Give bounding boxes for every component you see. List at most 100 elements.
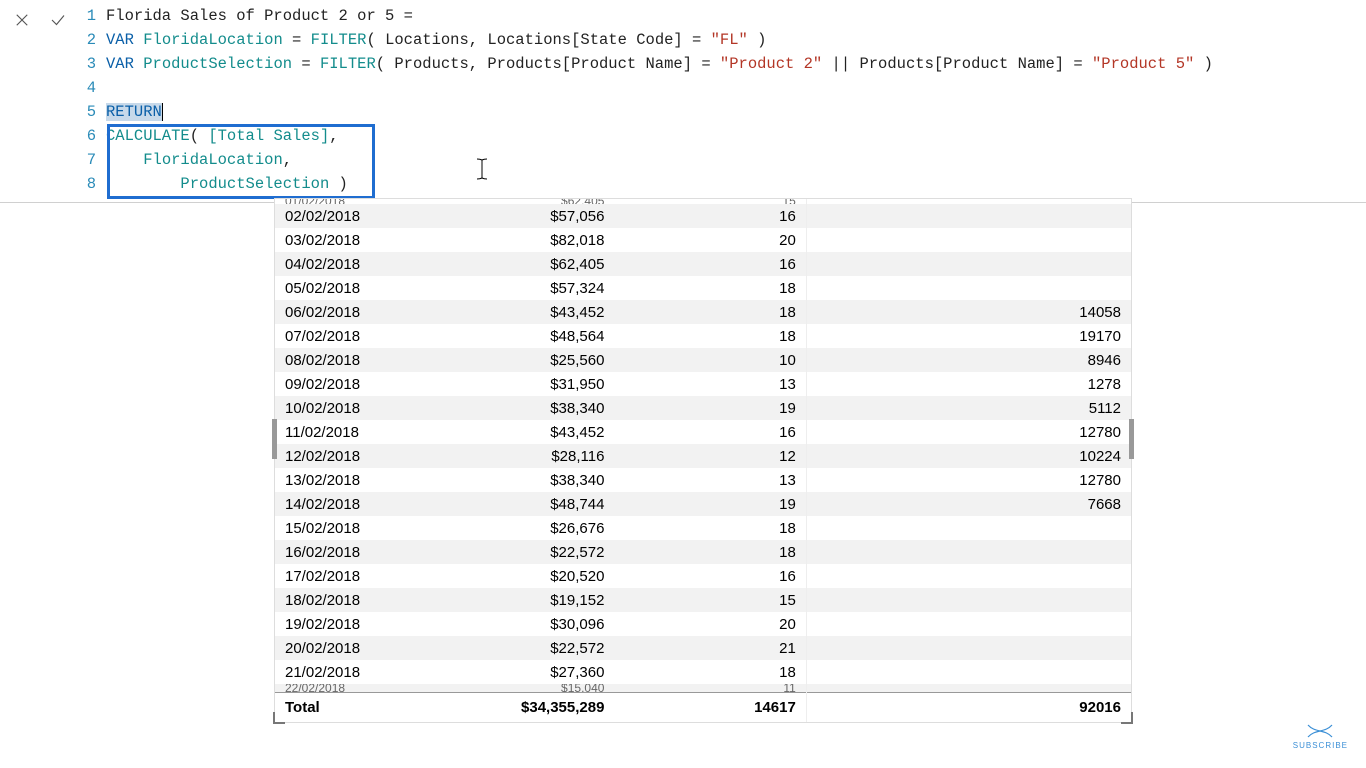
cell-col4 (806, 540, 1131, 564)
close-icon (13, 11, 31, 29)
table-row[interactable]: 06/02/2018$43,4521814058 (275, 300, 1131, 324)
table-row[interactable]: 02/02/2018$57,05616 (275, 204, 1131, 228)
code-line-2[interactable]: VAR FloridaLocation = FILTER( Locations,… (106, 28, 1213, 52)
table-row[interactable]: 22/02/2018$15,04011 (275, 684, 1131, 693)
cell-amount: $48,564 (437, 324, 614, 348)
code-line-3[interactable]: VAR ProductSelection = FILTER( Products,… (106, 52, 1213, 76)
cell-date: 21/02/2018 (275, 660, 437, 684)
table-row[interactable]: 07/02/2018$48,5641819170 (275, 324, 1131, 348)
cell-col3: 18 (614, 516, 806, 540)
formula-actions (0, 0, 80, 40)
cell-date: 07/02/2018 (275, 324, 437, 348)
table-row[interactable]: 17/02/2018$20,52016 (275, 564, 1131, 588)
commit-button[interactable] (44, 6, 72, 34)
code-line-8[interactable]: ProductSelection ) (106, 172, 1213, 196)
table-row[interactable]: 13/02/2018$38,3401312780 (275, 468, 1131, 492)
cell-col4: 8946 (806, 348, 1131, 372)
table-row[interactable]: 03/02/2018$82,01820 (275, 228, 1131, 252)
table-row[interactable]: 19/02/2018$30,09620 (275, 612, 1131, 636)
cell-amount: $26,676 (437, 516, 614, 540)
cell-col3: 16 (614, 204, 806, 228)
table-row[interactable]: 16/02/2018$22,57218 (275, 540, 1131, 564)
cell-col4: 19170 (806, 324, 1131, 348)
data-table[interactable]: 01/02/2018$62,4051502/02/2018$57,0561603… (275, 199, 1131, 722)
data-table-visual[interactable]: 01/02/2018$62,4051502/02/2018$57,0561603… (274, 198, 1132, 723)
cell-col3: 18 (614, 540, 806, 564)
table-row[interactable]: 04/02/2018$62,40516 (275, 252, 1131, 276)
cell-amount: $38,340 (437, 396, 614, 420)
cell-col3: 19 (614, 396, 806, 420)
cell-col4 (806, 660, 1131, 684)
cell-col3: 16 (614, 564, 806, 588)
cell-amount: $82,018 (437, 228, 614, 252)
cell-col3: 18 (614, 276, 806, 300)
cell-date: 03/02/2018 (275, 228, 437, 252)
table-row[interactable]: 05/02/2018$57,32418 (275, 276, 1131, 300)
cell-date: 18/02/2018 (275, 588, 437, 612)
table-row[interactable]: 09/02/2018$31,950131278 (275, 372, 1131, 396)
cell-amount: $25,560 (437, 348, 614, 372)
cell-amount: $22,572 (437, 540, 614, 564)
cell-amount: $27,360 (437, 660, 614, 684)
check-icon (49, 11, 67, 29)
code-line-7[interactable]: FloridaLocation, (106, 148, 1213, 172)
cell-date: 05/02/2018 (275, 276, 437, 300)
cell-col4 (806, 204, 1131, 228)
cell-col3: 19 (614, 492, 806, 516)
table-row[interactable]: 12/02/2018$28,1161210224 (275, 444, 1131, 468)
cell-date: 19/02/2018 (275, 612, 437, 636)
cell-col4 (806, 252, 1131, 276)
cell-col3: 16 (614, 420, 806, 444)
cell-col3: 13 (614, 372, 806, 396)
code-line-4[interactable] (106, 76, 1213, 100)
cell-amount: $57,056 (437, 204, 614, 228)
cell-col4: 10224 (806, 444, 1131, 468)
cell-amount: $31,950 (437, 372, 614, 396)
cell-date: 11/02/2018 (275, 420, 437, 444)
resize-corner-bl[interactable] (273, 712, 285, 724)
cell-col4: 1278 (806, 372, 1131, 396)
cell-date: 02/02/2018 (275, 204, 437, 228)
cell-amount: $22,572 (437, 636, 614, 660)
cell-col4 (806, 276, 1131, 300)
cell-col4 (806, 636, 1131, 660)
dax-editor[interactable]: 1 2 3 4 5 6 7 8 Florida Sales of Product… (80, 0, 1366, 202)
code-line-1[interactable]: Florida Sales of Product 2 or 5 = (106, 4, 1213, 28)
code-line-6[interactable]: CALCULATE( [Total Sales], (106, 124, 1213, 148)
total-amount: $34,355,289 (437, 693, 614, 723)
cell-amount: $57,324 (437, 276, 614, 300)
cell-date: 12/02/2018 (275, 444, 437, 468)
code-line-5[interactable]: RETURN (106, 100, 1213, 124)
cell-amount: $38,340 (437, 468, 614, 492)
resize-handle-right[interactable] (1129, 419, 1134, 459)
table-row[interactable]: 18/02/2018$19,15215 (275, 588, 1131, 612)
cell-col4 (806, 612, 1131, 636)
cell-col3: 18 (614, 660, 806, 684)
cell-date: 15/02/2018 (275, 516, 437, 540)
cell-date: 09/02/2018 (275, 372, 437, 396)
cell-col3: 18 (614, 324, 806, 348)
table-row[interactable]: 15/02/2018$26,67618 (275, 516, 1131, 540)
table-row[interactable]: 11/02/2018$43,4521612780 (275, 420, 1131, 444)
table-row[interactable]: 14/02/2018$48,744197668 (275, 492, 1131, 516)
cell-col3: 20 (614, 612, 806, 636)
cancel-button[interactable] (8, 6, 36, 34)
code-lines[interactable]: Florida Sales of Product 2 or 5 = VAR Fl… (106, 4, 1213, 196)
table-row[interactable]: 08/02/2018$25,560108946 (275, 348, 1131, 372)
cell-col4: 7668 (806, 492, 1131, 516)
cell-col4: 14058 (806, 300, 1131, 324)
cell-amount: $43,452 (437, 300, 614, 324)
line-gutter: 1 2 3 4 5 6 7 8 (80, 4, 106, 196)
cell-amount: $30,096 (437, 612, 614, 636)
cell-col4: 5112 (806, 396, 1131, 420)
total-label: Total (275, 693, 437, 723)
resize-handle-left[interactable] (272, 419, 277, 459)
cell-col3: 18 (614, 300, 806, 324)
subscribe-watermark: SUBSCRIBE (1293, 723, 1348, 750)
table-row[interactable]: 10/02/2018$38,340195112 (275, 396, 1131, 420)
table-row[interactable]: 21/02/2018$27,36018 (275, 660, 1131, 684)
cell-amount: $48,744 (437, 492, 614, 516)
table-row[interactable]: 20/02/2018$22,57221 (275, 636, 1131, 660)
resize-corner-br[interactable] (1121, 712, 1133, 724)
cell-date: 16/02/2018 (275, 540, 437, 564)
